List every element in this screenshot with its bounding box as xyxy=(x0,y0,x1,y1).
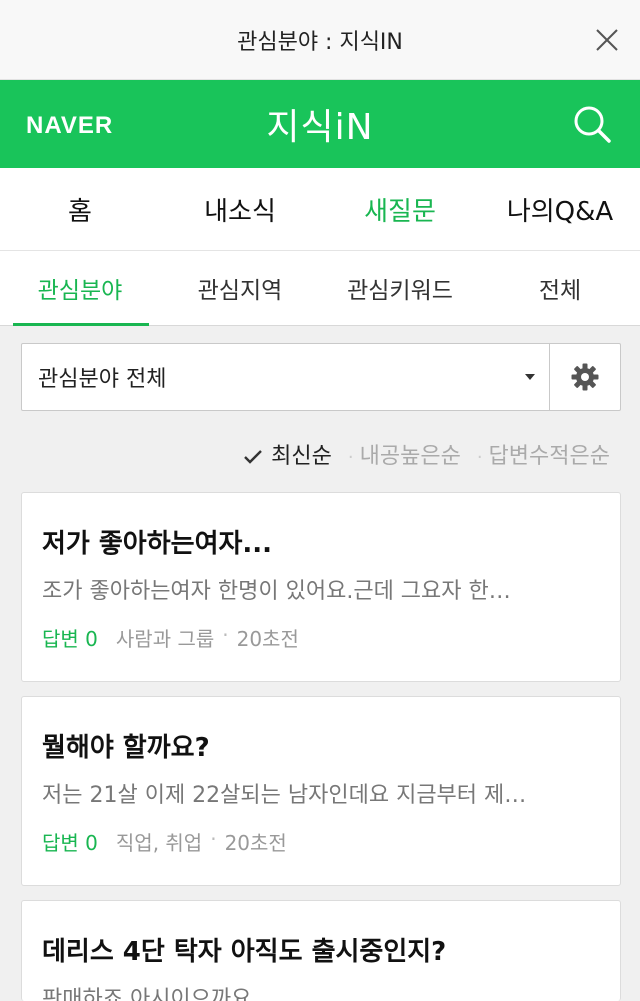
tab-interest-region[interactable]: 관심지역 xyxy=(160,271,320,305)
question-title[interactable]: 저가 좋아하는여자... xyxy=(42,523,272,560)
window-title: 관심분야 : 지식IN xyxy=(237,29,403,55)
question-body: 판매하죠 아시이으까요 xyxy=(42,987,252,1001)
question-time: 20초전 xyxy=(224,831,287,855)
settings-button[interactable] xyxy=(549,344,620,410)
active-tab-indicator xyxy=(13,323,149,326)
nav-my-news[interactable]: 내소식 xyxy=(160,191,320,228)
sort-latest[interactable]: 최신순 xyxy=(243,438,332,470)
question-body: 저는 21살 이제 22살되는 남자인데요 지금부터 제… xyxy=(42,783,527,808)
nav-home[interactable]: 홈 xyxy=(0,191,160,228)
nav-new-questions[interactable]: 새질문 xyxy=(320,191,480,228)
search-icon[interactable] xyxy=(572,104,612,144)
sort-high-points-label: 내공높은순 xyxy=(359,444,461,469)
question-meta: 답변 0 직업, 취업 · 20초전 xyxy=(42,827,287,856)
category-select[interactable]: 관심분야 전체 xyxy=(22,344,549,410)
close-icon[interactable] xyxy=(594,27,620,53)
sort-latest-label: 최신순 xyxy=(271,444,332,469)
meta-separator: · xyxy=(222,623,229,647)
sort-few-answers[interactable]: · 답변수적은순 xyxy=(477,438,610,470)
question-category: 사람과 그룹 xyxy=(115,627,215,651)
check-icon xyxy=(244,450,262,464)
answer-count: 답변 0 xyxy=(42,627,98,651)
chevron-down-icon xyxy=(525,374,535,380)
sub-tabs: 관심분야 관심지역 관심키워드 전체 xyxy=(0,251,640,326)
question-card[interactable]: 데리스 4단 탁자 아직도 출시중인지? 판매하죠 아시이으까요 xyxy=(21,900,621,1001)
meta-separator: · xyxy=(210,827,217,851)
question-card[interactable]: 저가 좋아하는여자... 조가 좋아하는여자 한명이 있어요.근데 그요자 한…… xyxy=(21,492,621,682)
sort-options: 최신순 · 내공높은순 · 답변수적은순 xyxy=(243,438,610,470)
answer-count: 답변 0 xyxy=(42,831,98,855)
brand-title[interactable]: 지식iN xyxy=(266,98,373,150)
window-titlebar: 관심분야 : 지식IN xyxy=(0,0,640,80)
question-title[interactable]: 데리스 4단 탁자 아직도 출시중인지? xyxy=(42,931,446,968)
category-select-value: 관심분야 전체 xyxy=(38,367,167,392)
gear-icon xyxy=(571,363,599,391)
question-time: 20초전 xyxy=(236,627,299,651)
question-body: 조가 좋아하는여자 한명이 있어요.근데 그요자 한… xyxy=(42,579,511,604)
question-category: 직업, 취업 xyxy=(115,831,203,855)
sort-few-answers-label: 답변수적은순 xyxy=(488,444,610,469)
app-header: NAVER 지식iN xyxy=(0,80,640,168)
question-title[interactable]: 뭘해야 할까요? xyxy=(42,727,210,764)
tab-interest-keyword[interactable]: 관심키워드 xyxy=(320,271,480,305)
nav-my-qa[interactable]: 나의Q&A xyxy=(480,191,640,228)
sort-high-points[interactable]: · 내공높은순 xyxy=(348,438,461,470)
tab-all[interactable]: 전체 xyxy=(480,271,640,305)
main-nav: 홈 내소식 새질문 나의Q&A xyxy=(0,168,640,251)
question-card[interactable]: 뭘해야 할까요? 저는 21살 이제 22살되는 남자인데요 지금부터 제… 답… xyxy=(21,696,621,886)
tab-interest-field[interactable]: 관심분야 xyxy=(0,271,160,305)
question-meta: 답변 0 사람과 그룹 · 20초전 xyxy=(42,623,299,652)
category-filter: 관심분야 전체 xyxy=(21,343,621,411)
naver-logo[interactable]: NAVER xyxy=(26,112,113,140)
